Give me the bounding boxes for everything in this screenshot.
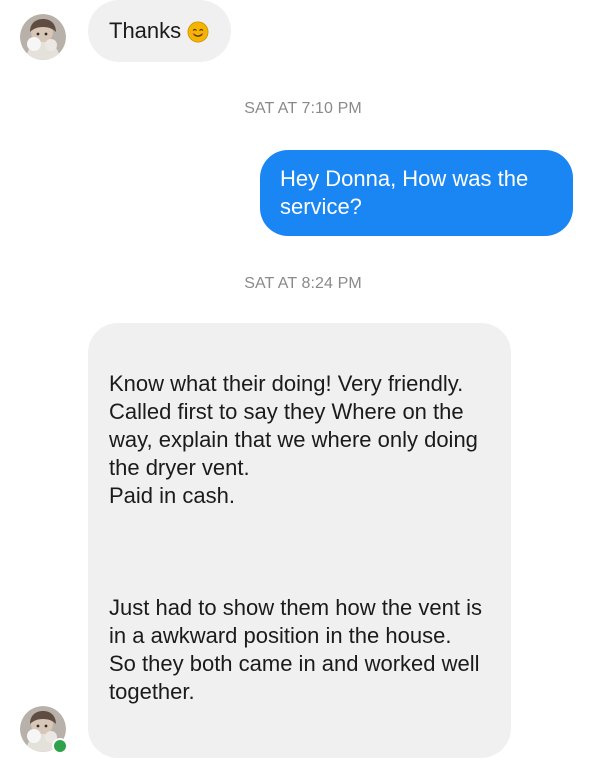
- smiling-face-emoji-icon: [187, 21, 209, 43]
- message-text: Thanks: [109, 18, 182, 43]
- incoming-message-review[interactable]: Know what their doing! Very friendly. Ca…: [88, 323, 511, 758]
- message-text: Hey Donna, How was the service?: [280, 166, 529, 219]
- contact-photo-avatar: [20, 14, 66, 60]
- message-text: Know what their doing! Very friendly. Ca…: [109, 371, 482, 704]
- outgoing-message-bubble[interactable]: Hey Donna, How was the service?: [260, 150, 573, 236]
- contact-avatar-top[interactable]: [20, 14, 66, 60]
- online-status-dot-icon: [52, 738, 68, 754]
- incoming-message-thanks[interactable]: Thanks: [88, 0, 232, 62]
- timestamp-second: SAT AT 8:24 PM: [244, 275, 362, 292]
- timestamp-first: SAT AT 7:10 PM: [244, 100, 362, 117]
- contact-avatar-bottom[interactable]: [20, 706, 68, 754]
